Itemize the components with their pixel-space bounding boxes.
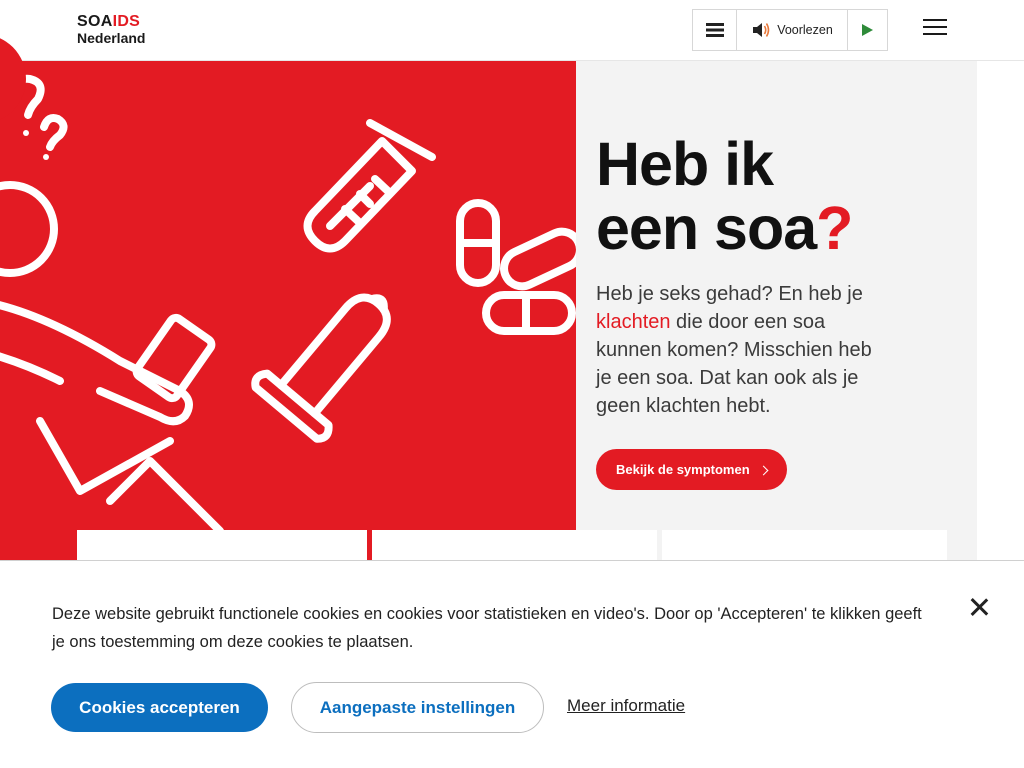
readspeaker-menu-button[interactable] <box>693 10 737 50</box>
cookie-banner: Deze website gebruikt functionele cookie… <box>0 560 1024 768</box>
readspeaker-play-button[interactable] <box>848 10 887 50</box>
test-tube-icon <box>303 119 436 253</box>
accept-cookies-button[interactable]: Cookies accepteren <box>51 683 268 732</box>
pill-icon <box>500 227 576 291</box>
site-header: SOAIDS Nederland Voorlezen <box>0 0 1024 61</box>
readspeaker-toolbar: Voorlezen <box>692 9 888 51</box>
site-logo[interactable]: SOAIDS Nederland <box>77 13 146 47</box>
page-title: Heb ik een soa? <box>596 130 853 262</box>
hamburger-icon[interactable] <box>923 19 947 37</box>
complaints-link[interactable]: klachten <box>596 311 671 333</box>
readspeaker-read-button[interactable]: Voorlezen <box>737 10 848 50</box>
readspeaker-read-label: Voorlezen <box>777 23 833 37</box>
hero-illustration <box>0 61 576 561</box>
logo-wordmark: SOAIDS <box>77 13 141 30</box>
cookie-banner-text: Deze website gebruikt functionele cookie… <box>52 605 922 651</box>
chevron-right-icon <box>758 465 769 475</box>
hero-drawing <box>0 74 576 535</box>
close-icon[interactable] <box>966 594 992 620</box>
head-shape <box>0 181 58 277</box>
more-info-link[interactable]: Meer informatie <box>567 696 685 716</box>
play-icon <box>862 24 873 36</box>
list-icon <box>705 23 724 37</box>
speaker-icon <box>753 23 770 37</box>
legs-shape <box>36 417 174 495</box>
body-shape <box>0 301 193 426</box>
view-symptoms-button[interactable]: Bekijk de symptomen <box>596 449 787 490</box>
condom-icon <box>251 293 391 443</box>
view-symptoms-label: Bekijk de symptomen <box>616 462 750 477</box>
hero-intro-text: Heb je seks gehad? En heb je klachten di… <box>596 283 872 417</box>
custom-settings-button[interactable]: Aangepaste instellingen <box>291 682 544 733</box>
logo-subtitle: Nederland <box>77 30 146 46</box>
question-mark-icon <box>40 114 68 151</box>
